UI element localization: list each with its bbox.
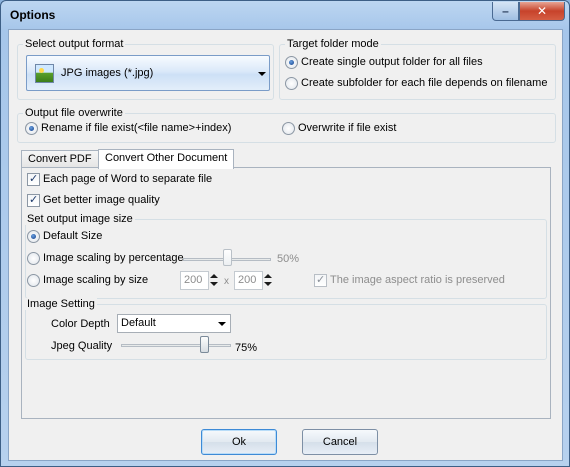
subfolder-radio[interactable] — [285, 77, 298, 90]
single-folder-label: Create single output folder for all file… — [301, 56, 483, 68]
better-quality-checkbox[interactable] — [27, 193, 40, 207]
overwrite-radio[interactable] — [282, 122, 295, 135]
chevron-down-icon — [258, 72, 266, 76]
tab-convert-other-label: Convert Other Document — [105, 152, 228, 164]
output-format-group-label: Select output format — [23, 38, 126, 50]
scaling-percentage-radio[interactable] — [27, 252, 40, 265]
close-icon: ✕ — [536, 4, 548, 18]
width-spinner-arrows[interactable] — [209, 271, 219, 290]
rename-label: Rename if file exist(<file name>+index) — [41, 122, 232, 134]
jpeg-quality-value: 75% — [235, 342, 258, 354]
better-quality-label: Get better image quality — [43, 194, 160, 206]
default-size-radio[interactable] — [27, 230, 40, 243]
target-folder-group-label: Target folder mode — [285, 38, 381, 50]
image-file-icon — [35, 64, 54, 83]
jpeg-quality-slider-thumb[interactable] — [199, 336, 209, 353]
each-page-separate-label: Each page of Word to separate file — [43, 173, 213, 185]
scaling-percentage-value: 50% — [277, 253, 300, 265]
image-setting-group-label: Image Setting — [25, 298, 97, 310]
overwrite-group-label: Output file overwrite — [23, 107, 125, 119]
tab-convert-pdf-label: Convert PDF — [28, 153, 92, 165]
scaling-size-label: Image scaling by size — [43, 274, 149, 286]
output-format-combo[interactable]: JPG images (*.jpg) — [26, 55, 270, 91]
options-window: Options – ✕ Select output format JPG ima… — [0, 0, 570, 467]
dialog-client-area: Select output format JPG images (*.jpg) … — [8, 29, 563, 461]
window-title: Options — [10, 8, 56, 22]
spin-up-icon — [210, 274, 218, 278]
subfolder-label: Create subfolder for each file depends o… — [301, 77, 548, 89]
jpeg-quality-slider-track[interactable] — [121, 344, 231, 347]
title-bar[interactable]: Options – ✕ — [1, 1, 569, 29]
minimize-button[interactable]: – — [492, 2, 519, 21]
color-depth-value: Default — [121, 317, 156, 329]
size-separator: x — [224, 276, 229, 287]
width-value: 200 — [184, 274, 203, 286]
height-spinner-arrows[interactable] — [263, 271, 273, 290]
tab-convert-pdf[interactable]: Convert PDF — [21, 150, 99, 168]
single-folder-radio[interactable] — [285, 56, 298, 69]
scaling-size-radio[interactable] — [27, 274, 40, 287]
image-size-group-label: Set output image size — [25, 213, 135, 225]
overwrite-label: Overwrite if file exist — [298, 122, 397, 134]
tab-convert-other-document[interactable]: Convert Other Document — [98, 149, 235, 169]
chevron-down-icon — [218, 322, 226, 326]
minimize-icon: – — [502, 4, 509, 18]
each-page-separate-checkbox[interactable] — [27, 172, 40, 186]
height-value: 200 — [238, 274, 257, 286]
color-depth-select[interactable]: Default — [117, 314, 231, 333]
spin-down-icon — [210, 282, 218, 286]
scaling-percentage-label: Image scaling by percentage — [43, 252, 184, 264]
output-format-value: JPG images (*.jpg) — [61, 67, 154, 79]
default-size-label: Default Size — [43, 230, 103, 242]
scaling-percentage-slider-thumb[interactable] — [223, 249, 232, 266]
rename-radio[interactable] — [25, 122, 38, 135]
aspect-ratio-checkbox[interactable] — [314, 273, 327, 287]
jpeg-quality-label: Jpeg Quality — [51, 340, 113, 352]
spin-down-icon — [264, 282, 272, 286]
color-depth-label: Color Depth — [51, 318, 110, 330]
cancel-button[interactable]: Cancel — [302, 429, 378, 455]
close-button[interactable]: ✕ — [519, 2, 565, 21]
aspect-ratio-label: The image aspect ratio is preserved — [330, 274, 505, 286]
width-spinner-input[interactable]: 200 — [180, 271, 209, 290]
height-spinner-input[interactable]: 200 — [234, 271, 263, 290]
spin-up-icon — [264, 274, 272, 278]
target-folder-group — [279, 44, 556, 100]
ok-button[interactable]: Ok — [201, 429, 277, 455]
